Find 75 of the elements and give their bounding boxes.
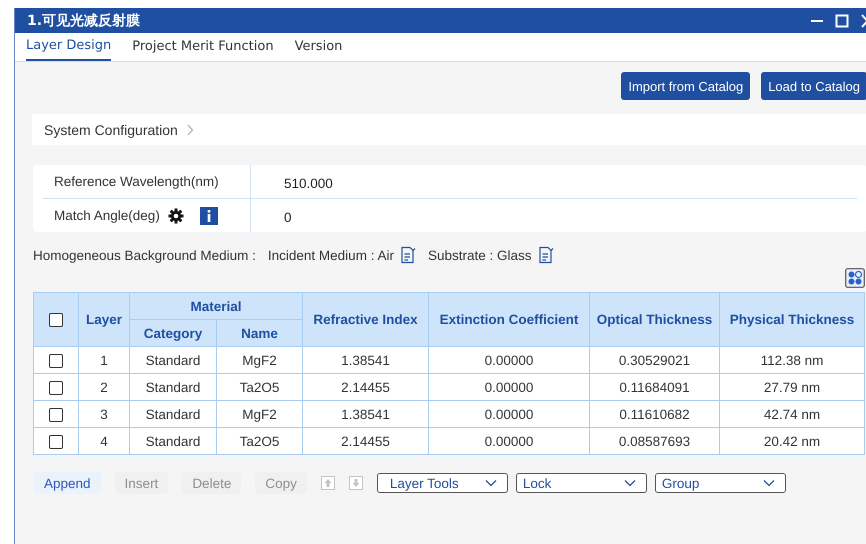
edit-icon[interactable]: [536, 246, 554, 264]
layout-icon[interactable]: [845, 268, 865, 288]
close-button[interactable]: [861, 14, 866, 28]
tab[interactable]: Project Merit Function: [132, 33, 274, 61]
chevron-down-icon: [624, 479, 636, 487]
column-header: Material: [130, 292, 302, 320]
column-header: Physical Thickness: [720, 292, 864, 346]
tab[interactable]: Version: [294, 33, 342, 61]
table-cell: 2: [78, 374, 130, 400]
column-header: Optical Thickness: [590, 292, 720, 346]
table-cell: 0.00000: [428, 400, 590, 428]
table-cell: Standard: [130, 400, 216, 428]
section-title: System Configuration: [44, 122, 178, 138]
medium-label: Homogeneous Background Medium :: [33, 248, 256, 262]
table-cell: 1: [78, 346, 130, 374]
table-cell: 1.38541: [302, 346, 428, 374]
table-cell: 112.38 nm: [720, 346, 864, 374]
table-cell: Standard: [130, 374, 216, 400]
checkbox[interactable]: [49, 434, 63, 449]
parameter-value: 0: [284, 210, 292, 225]
table-cell: 0.00000: [428, 346, 590, 374]
incident-medium-label: Incident Medium : Air: [268, 248, 394, 262]
dropdown[interactable]: Layer Tools: [376, 473, 508, 493]
table-cell: 0.00000: [428, 428, 590, 454]
minimize-button[interactable]: [811, 20, 823, 22]
table-cell: 3: [78, 400, 130, 428]
dropdown[interactable]: Group: [654, 473, 786, 493]
parameter-label: Match Angle(deg): [54, 208, 160, 223]
chevron-right-icon: [186, 124, 194, 136]
column-header: Refractive Index: [302, 292, 428, 346]
table-cell: 0.08587693: [590, 428, 720, 454]
dropdown[interactable]: Lock: [516, 473, 647, 493]
table-cell: 42.74 nm: [720, 400, 864, 428]
table-cell: MgF2: [216, 400, 302, 428]
column-header: Name: [216, 320, 302, 346]
catalog-button[interactable]: Load to Catalog: [761, 72, 866, 100]
table-cell: Standard: [130, 346, 216, 374]
substrate-label: Substrate : Glass: [428, 248, 532, 262]
catalog-button[interactable]: Import from Catalog: [621, 72, 750, 100]
table-cell: Ta2O5: [216, 374, 302, 400]
tab[interactable]: Layer Design: [26, 33, 112, 61]
gear-icon[interactable]: [168, 208, 184, 224]
info-icon[interactable]: [200, 206, 218, 224]
edit-icon[interactable]: [398, 246, 416, 264]
checkbox[interactable]: [49, 313, 63, 328]
column-header: Layer: [78, 292, 130, 346]
table-cell: 20.42 nm: [720, 428, 864, 454]
table-cell: 0.30529021: [590, 346, 720, 374]
table-cell: 0.00000: [428, 374, 590, 400]
minimize-icon: [811, 20, 823, 22]
maximize-button[interactable]: [835, 14, 849, 28]
column-header: Category: [130, 320, 216, 346]
close-icon: [861, 14, 866, 28]
toolbar-button[interactable]: Append: [34, 472, 101, 494]
parameter-value: 510.000: [284, 176, 333, 191]
column-header: Extinction Coefficient: [428, 292, 590, 346]
section-header[interactable]: System Configuration: [32, 114, 866, 145]
maximize-icon: [835, 14, 849, 28]
table-cell: 2.14455: [302, 374, 428, 400]
table-cell: MgF2: [216, 346, 302, 374]
checkbox[interactable]: [49, 380, 63, 395]
chevron-down-icon: [762, 479, 775, 487]
table-cell: 2.14455: [302, 428, 428, 454]
table-cell: 27.79 nm: [720, 374, 864, 400]
parameter-label: Reference Wavelength(nm): [54, 174, 219, 189]
table-cell: Standard: [130, 428, 216, 454]
table-cell: 1.38541: [302, 400, 428, 428]
window-title: 1.可见光减反射膜: [27, 12, 140, 30]
checkbox[interactable]: [49, 408, 63, 422]
table-cell: 0.11684091: [590, 374, 720, 400]
checkbox[interactable]: [49, 354, 63, 368]
table-cell: 4: [78, 428, 130, 454]
table-cell: 0.11610682: [590, 400, 720, 428]
chevron-down-icon: [484, 479, 497, 487]
table-cell: Ta2O5: [216, 428, 302, 454]
